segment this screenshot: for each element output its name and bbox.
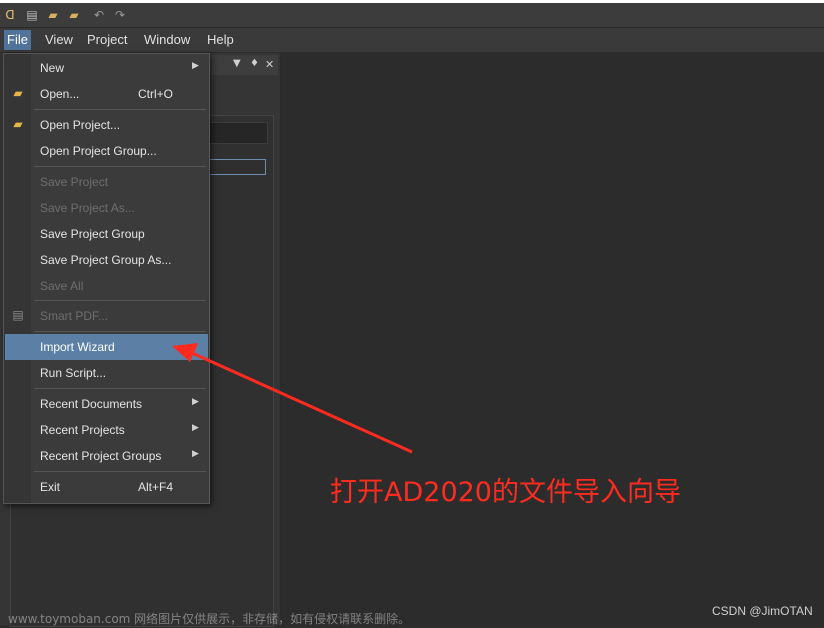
credit-text: CSDN @JimOTAN xyxy=(712,604,813,618)
annotation-arrow xyxy=(172,343,413,454)
arrow-line xyxy=(189,350,413,454)
annotation-text: 打开AD2020的文件导入向导 xyxy=(330,477,681,508)
watermark-text: www.toymoban.com 网络图片仅供展示，非存储，如有侵权请联系删除。 xyxy=(8,612,411,626)
